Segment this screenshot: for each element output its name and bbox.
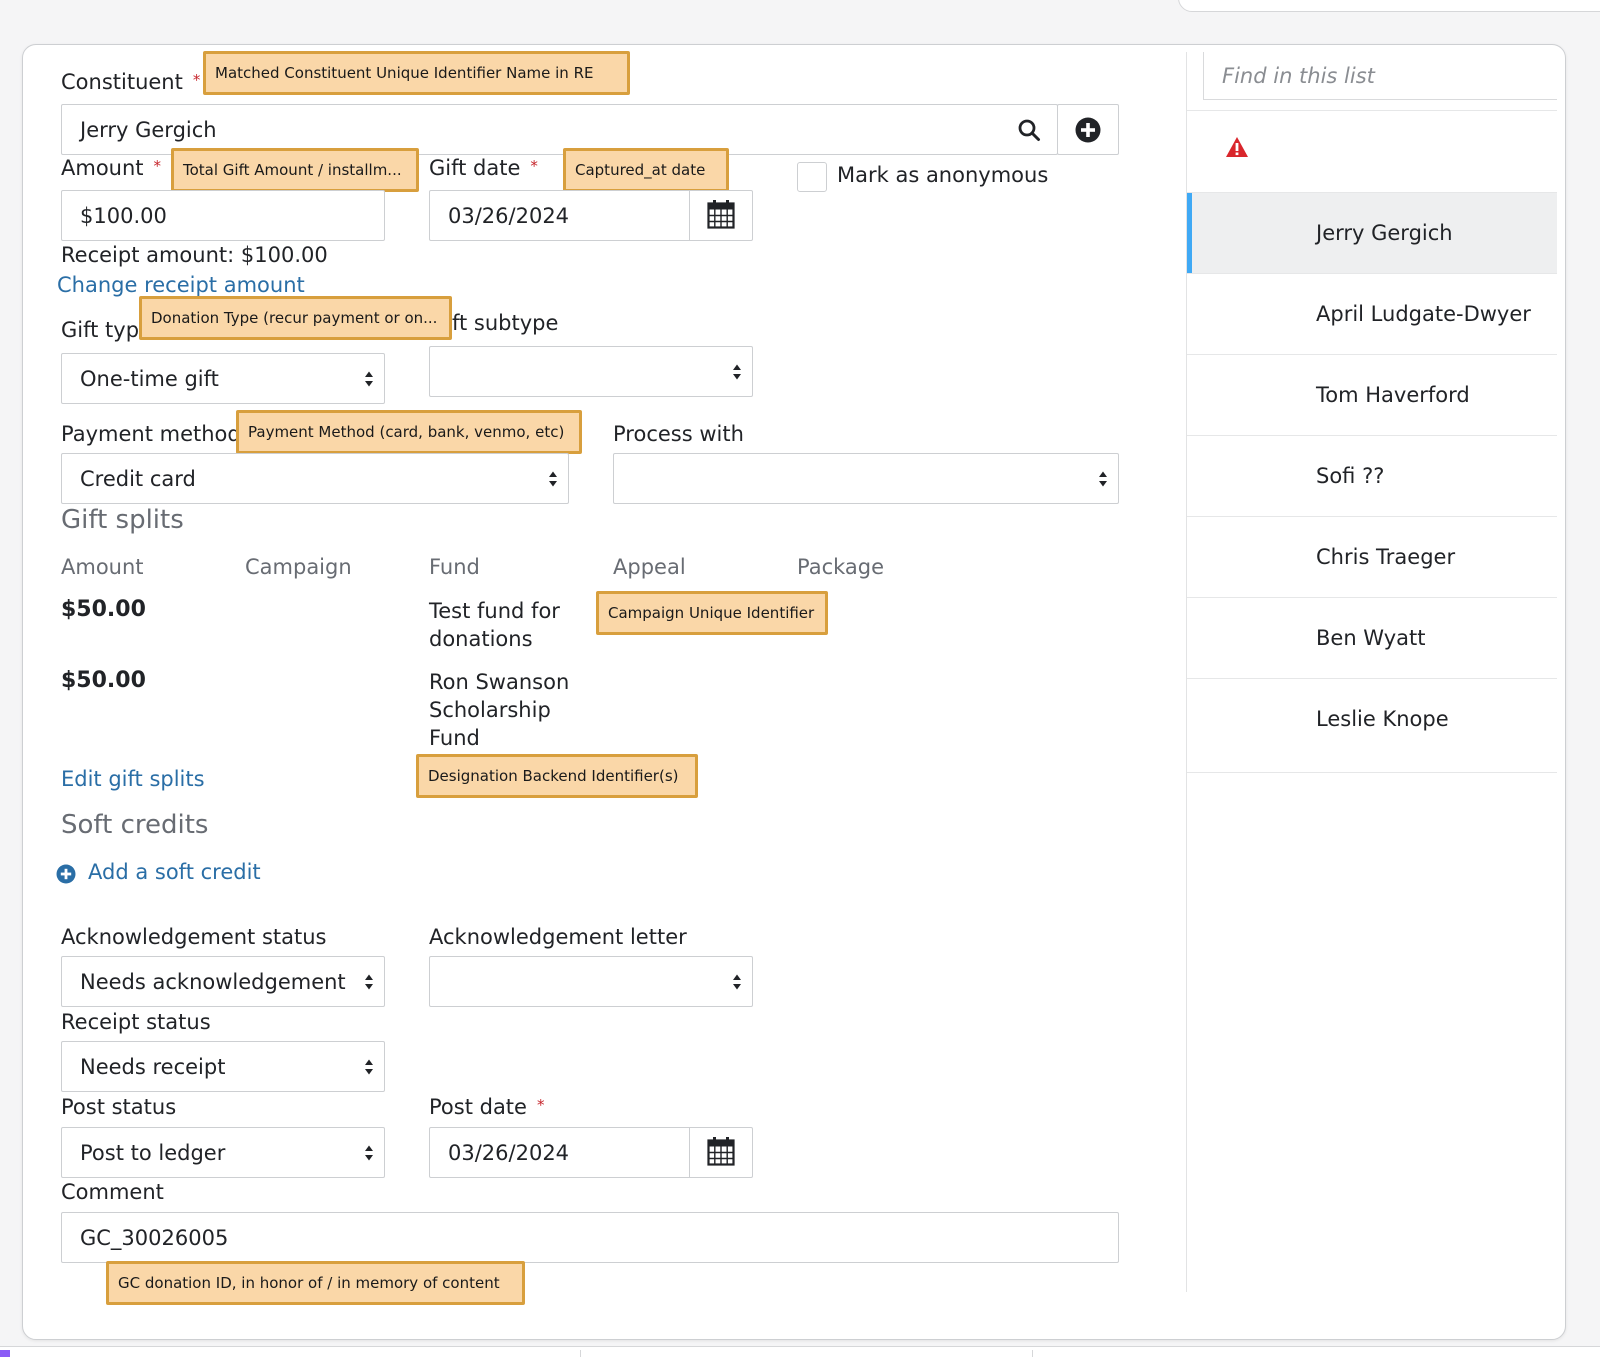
post-status-label: Post status	[61, 1095, 177, 1119]
ack-status-select[interactable]: Needs acknowledgement	[61, 956, 385, 1007]
list-item[interactable]: Leslie Knope	[1187, 679, 1557, 759]
gift-type-select[interactable]: One-time gift	[61, 353, 385, 404]
gift-subtype-select[interactable]	[429, 346, 753, 397]
annotation-gift-date: Captured_at date	[563, 148, 729, 192]
calendar-icon	[707, 1136, 735, 1170]
comment-label: Comment	[61, 1180, 164, 1204]
gift-type-label: Gift typ	[61, 318, 140, 342]
annotation-constituent: Matched Constituent Unique Identifier Na…	[203, 51, 630, 95]
change-receipt-amount-link[interactable]: Change receipt amount	[57, 273, 305, 297]
list-item[interactable]: April Ludgate-Dwyer	[1187, 274, 1557, 354]
select-arrows-icon	[732, 973, 742, 991]
list-item[interactable]: Ben Wyatt	[1187, 598, 1557, 678]
bottom-accent-mark	[0, 1350, 10, 1357]
split-row-2-fund: Ron Swanson Scholarship Fund	[429, 670, 570, 750]
post-date-calendar-button[interactable]	[689, 1128, 752, 1177]
list-divider	[1187, 772, 1557, 773]
post-status-select[interactable]: Post to ledger	[61, 1127, 385, 1178]
payment-method-label: Payment method	[61, 422, 241, 446]
split-col-package: Package	[797, 555, 885, 579]
gift-date-calendar-button[interactable]	[689, 191, 752, 240]
add-soft-credit-link[interactable]: Add a soft credit	[88, 860, 261, 884]
annotation-appeal: Campaign Unique Identifier	[596, 591, 828, 635]
split-row-1-fund: Test fund for donations	[429, 599, 560, 651]
post-date-input[interactable]: 03/26/2024	[429, 1127, 753, 1178]
annotation-gift-type: Donation Type (recur payment or on...	[139, 296, 452, 340]
select-arrows-icon	[364, 973, 374, 991]
list-item[interactable]: Tom Haverford	[1187, 355, 1557, 435]
amount-input[interactable]: $100.00	[61, 190, 385, 241]
receipt-status-label: Receipt status	[61, 1010, 211, 1034]
list-item[interactable]: Chris Traeger	[1187, 517, 1557, 597]
soft-credits-title: Soft credits	[61, 810, 209, 840]
ack-letter-select[interactable]	[429, 956, 753, 1007]
bottom-panel-edge	[0, 1346, 1600, 1358]
gift-date-label: Gift date *	[429, 156, 538, 180]
process-with-select[interactable]	[613, 453, 1119, 504]
anonymous-label: Mark as anonymous	[837, 163, 1049, 187]
list-divider	[1187, 110, 1557, 111]
edit-gift-splits-link[interactable]: Edit gift splits	[61, 767, 205, 791]
anonymous-checkbox[interactable]	[797, 162, 827, 192]
list-item[interactable]: Sofi ??	[1187, 436, 1557, 516]
calendar-icon	[707, 199, 735, 233]
select-arrows-icon	[732, 363, 742, 381]
bottom-separator	[1032, 1350, 1033, 1357]
plus-circle-icon[interactable]	[56, 864, 76, 888]
split-col-appeal: Appeal	[613, 555, 686, 579]
receipt-amount-text: Receipt amount: $100.00	[61, 243, 328, 267]
split-col-campaign: Campaign	[245, 555, 352, 579]
bottom-separator	[580, 1350, 581, 1357]
select-arrows-icon	[548, 470, 558, 488]
annotation-payment-method: Payment Method (card, bank, venmo, etc)	[236, 410, 582, 454]
top-card-edge	[1178, 0, 1600, 12]
receipt-status-select[interactable]: Needs receipt	[61, 1041, 385, 1092]
payment-method-select[interactable]: Credit card	[61, 453, 569, 504]
find-in-list-input[interactable]: Find in this list	[1203, 52, 1557, 100]
split-row-2-amount: $50.00	[61, 668, 146, 693]
warning-triangle-icon	[1225, 136, 1249, 162]
record-list-panel: Find in this list Jerry Gergich April Lu…	[1186, 52, 1557, 1292]
gift-date-input[interactable]: 03/26/2024	[429, 190, 753, 241]
select-arrows-icon	[364, 370, 374, 388]
split-col-fund: Fund	[429, 555, 480, 579]
ack-letter-label: Acknowledgement letter	[429, 925, 687, 949]
gift-subtype-label: ft subtype	[452, 311, 559, 335]
annotation-comment: GC donation ID, in honor of / in memory …	[106, 1261, 525, 1305]
annotation-fund: Designation Backend Identifier(s)	[416, 754, 698, 798]
select-arrows-icon	[364, 1058, 374, 1076]
plus-circle-icon	[1075, 117, 1101, 147]
annotation-amount: Total Gift Amount / installm...	[171, 148, 419, 192]
process-with-label: Process with	[613, 422, 744, 446]
select-arrows-icon	[364, 1144, 374, 1162]
ack-status-label: Acknowledgement status	[61, 925, 327, 949]
split-col-amount: Amount	[61, 555, 144, 579]
list-item[interactable]: Jerry Gergich	[1187, 193, 1557, 273]
post-date-label: Post date *	[429, 1095, 545, 1119]
select-arrows-icon	[1098, 470, 1108, 488]
split-row-1-amount: $50.00	[61, 597, 146, 622]
add-constituent-button[interactable]	[1057, 104, 1119, 155]
comment-input[interactable]: GC_30026005	[61, 1212, 1119, 1263]
search-icon[interactable]	[1017, 118, 1041, 146]
gift-splits-title: Gift splits	[61, 505, 184, 535]
constituent-label: Constituent *	[61, 70, 201, 94]
amount-label: Amount *	[61, 156, 162, 180]
